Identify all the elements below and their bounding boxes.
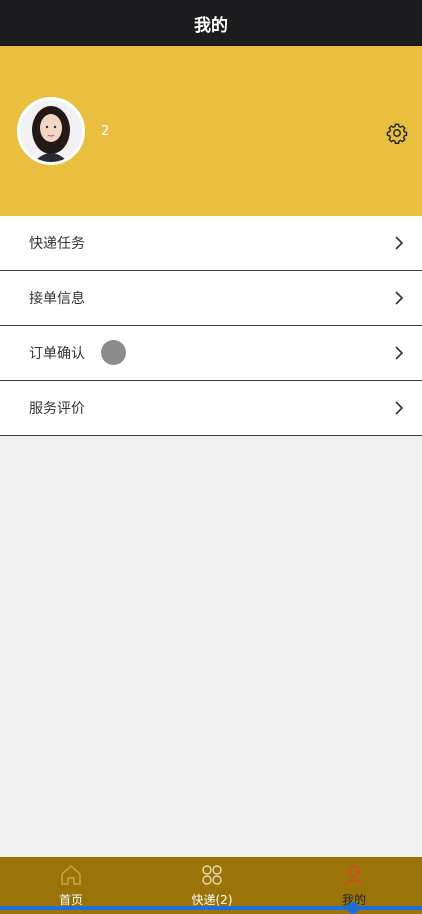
menu-item-order-info[interactable]: 接单信息 <box>0 271 422 326</box>
menu-item-label: 接单信息 <box>29 291 85 307</box>
username: 2 <box>101 124 110 139</box>
menu-item-label: 快递任务 <box>29 236 85 252</box>
avatar[interactable] <box>17 97 85 165</box>
chevron-right-icon <box>395 346 404 360</box>
menu-item-express-task[interactable]: 快递任务 <box>0 216 422 271</box>
chevron-right-icon <box>395 401 404 415</box>
progress-knob[interactable] <box>347 902 359 914</box>
top-bar: 我的 <box>0 0 422 46</box>
touch-cursor-indicator <box>101 340 126 365</box>
profile-header: 2 <box>0 46 422 216</box>
page-title: 我的 <box>194 15 228 36</box>
grid-icon <box>202 865 222 885</box>
menu-item-order-confirm[interactable]: 订单确认 <box>0 326 422 381</box>
chevron-right-icon <box>395 236 404 250</box>
menu-item-label: 订单确认 <box>29 346 85 362</box>
user-icon <box>345 865 363 886</box>
menu-list: 快递任务 接单信息 订单确认 服务评价 <box>0 216 422 436</box>
chevron-right-icon <box>395 291 404 305</box>
menu-item-service-review[interactable]: 服务评价 <box>0 381 422 436</box>
avatar-photo <box>20 100 82 162</box>
menu-item-label: 服务评价 <box>29 401 85 417</box>
home-icon <box>61 865 81 885</box>
settings-gear-icon[interactable] <box>386 122 408 144</box>
